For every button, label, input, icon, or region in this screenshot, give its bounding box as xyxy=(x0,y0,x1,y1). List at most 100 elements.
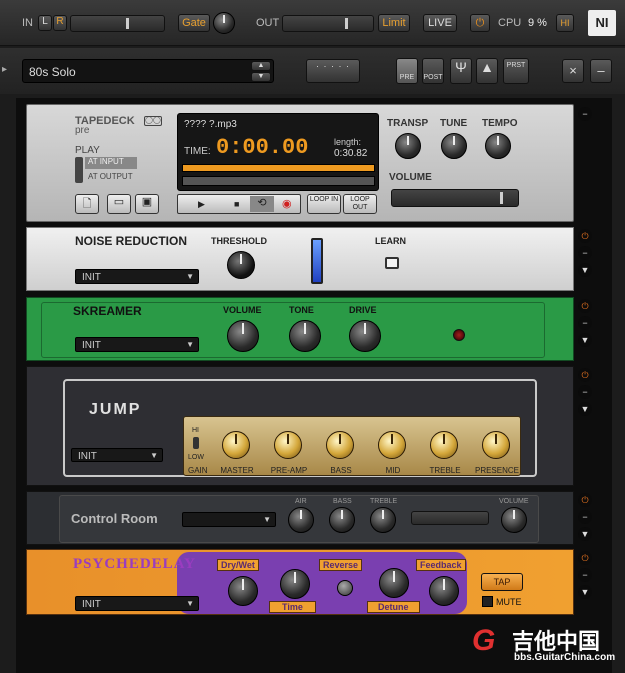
gate-button[interactable]: Gate xyxy=(178,14,210,32)
skreamer-tone-knob[interactable] xyxy=(289,320,321,352)
output-level-meter[interactable] xyxy=(282,15,374,32)
tune-knob[interactable] xyxy=(441,133,467,159)
at-input-option[interactable]: AT INPUT xyxy=(85,157,137,169)
chevron-down-icon[interactable]: ▼ xyxy=(578,333,592,347)
position-bar[interactable] xyxy=(182,164,375,172)
save-icon[interactable]: ▣ xyxy=(135,194,159,214)
length-value: 0:30.82 xyxy=(334,148,368,159)
new-file-icon[interactable]: 🗋 xyxy=(75,194,99,214)
minimize-module-icon[interactable]: − xyxy=(578,316,592,330)
bass-knob-cr[interactable] xyxy=(329,507,355,533)
play-icon[interactable]: ▶ xyxy=(198,199,205,210)
loop-icon[interactable]: ⟲ xyxy=(250,196,274,212)
mid-knob[interactable] xyxy=(378,431,406,459)
play-position-switch[interactable] xyxy=(75,157,83,183)
skreamer-led xyxy=(453,329,465,341)
reverse-button[interactable] xyxy=(337,580,353,596)
treble-knob-cr[interactable] xyxy=(370,507,396,533)
stop-icon[interactable]: ■ xyxy=(234,199,239,209)
chevron-down-icon[interactable]: ▼ xyxy=(578,527,592,541)
metronome-icon[interactable]: ▲ xyxy=(476,58,498,84)
power-icon[interactable]: ⏻ xyxy=(578,551,592,565)
gate-level-meter xyxy=(311,238,323,284)
mute-label: MUTE xyxy=(496,597,522,607)
preset-name-field[interactable]: 80s Solo ▲ ▼ xyxy=(22,59,274,83)
input-level-meter[interactable] xyxy=(70,15,165,32)
tuner-fork-icon[interactable]: Ψ xyxy=(450,58,472,84)
post-button[interactable]: POST xyxy=(422,58,444,84)
loop-in-button[interactable]: LOOP IN xyxy=(307,194,341,214)
minimize-module-icon[interactable]: − xyxy=(578,568,592,582)
chevron-down-icon[interactable]: ▼ xyxy=(578,402,592,416)
transp-label: TRANSP xyxy=(387,118,429,129)
presence-knob[interactable] xyxy=(482,431,510,459)
jump-title: JUMP xyxy=(89,401,142,418)
power-icon[interactable]: ⏻ xyxy=(578,493,592,507)
preset-button-label: PRST xyxy=(506,62,526,69)
at-output-option[interactable]: AT OUTPUT xyxy=(85,172,133,181)
minimize-module-icon[interactable]: − xyxy=(578,107,592,121)
power-icon[interactable]: ⏻ xyxy=(578,299,592,313)
tapedeck-subtitle: pre xyxy=(75,125,90,136)
threshold-knob[interactable] xyxy=(227,251,255,279)
minimize-module-icon[interactable]: − xyxy=(578,385,592,399)
pre-button[interactable]: PRE xyxy=(396,58,418,84)
sidebar-toggle-icon[interactable]: ▸ xyxy=(2,64,7,75)
tape-display: ???? ?.mp3 TIME: 0:00.00 length: 0:30.82 xyxy=(177,113,379,191)
limit-button[interactable]: Limit xyxy=(378,14,410,32)
time-knob[interactable] xyxy=(280,569,310,599)
skreamer-preset-dropdown[interactable]: INIT xyxy=(75,337,199,352)
feedback-knob[interactable] xyxy=(429,576,459,606)
record-icon[interactable]: ◉ xyxy=(282,197,292,210)
open-folder-icon[interactable]: ▭ xyxy=(107,194,131,214)
chevron-down-icon[interactable]: ▼ xyxy=(578,263,592,277)
top-toolbar: IN L R Gate OUT Limit LIVE ⏻ CPU 9 % HI … xyxy=(0,0,625,46)
transp-knob[interactable] xyxy=(395,133,421,159)
power-icon[interactable]: ⏻ xyxy=(578,229,592,243)
input-left-button[interactable]: L xyxy=(38,15,52,31)
preset-up-icon[interactable]: ▲ xyxy=(251,61,271,71)
transport-controls: ▶ ■ ⟲ ◉ xyxy=(177,194,301,214)
tap-button[interactable]: TAP xyxy=(481,573,523,591)
volume-knob-cr[interactable] xyxy=(501,507,527,533)
drywet-knob[interactable] xyxy=(228,576,258,606)
minimize-icon[interactable]: – xyxy=(590,59,612,83)
air-knob[interactable] xyxy=(288,507,314,533)
watermark-url: bbs.GuitarChina.com xyxy=(514,652,616,663)
preset-button[interactable]: PRST xyxy=(503,58,529,84)
loop-out-button[interactable]: LOOP OUT xyxy=(343,194,377,214)
skreamer-drive-knob[interactable] xyxy=(349,320,381,352)
noise-preset-dropdown[interactable]: INIT xyxy=(75,269,199,284)
master-knob[interactable] xyxy=(222,431,250,459)
control-room-title: Control Room xyxy=(71,511,158,526)
reverse-label: Reverse xyxy=(319,559,363,571)
tempo-label: TEMPO xyxy=(482,118,518,129)
live-button[interactable]: LIVE xyxy=(423,14,457,32)
control-room-dropdown[interactable] xyxy=(182,512,276,527)
treble-knob[interactable] xyxy=(430,431,458,459)
detune-knob[interactable] xyxy=(379,568,409,598)
skreamer-volume-knob[interactable] xyxy=(227,320,259,352)
mute-checkbox[interactable] xyxy=(482,596,493,607)
minimize-module-icon[interactable]: − xyxy=(578,510,592,524)
preset-down-icon[interactable]: ▼ xyxy=(251,72,271,82)
bass-knob[interactable] xyxy=(326,431,354,459)
scroll-bar[interactable] xyxy=(182,176,375,186)
jump-side-controls: ⏻ − ▼ xyxy=(576,365,594,419)
keyboard-grid-icon[interactable]: · · · · · xyxy=(306,59,360,83)
jump-preset-dropdown[interactable]: INIT xyxy=(71,448,163,462)
input-right-button[interactable]: R xyxy=(53,15,67,31)
gain-switch[interactable] xyxy=(193,437,199,449)
tempo-knob[interactable] xyxy=(485,133,511,159)
power-icon[interactable]: ⏻ xyxy=(470,14,490,32)
minimize-module-icon[interactable]: − xyxy=(578,246,592,260)
power-icon[interactable]: ⏻ xyxy=(578,368,592,382)
gate-knob[interactable] xyxy=(213,12,235,34)
learn-button[interactable] xyxy=(385,257,399,269)
tapedeck-volume-slider[interactable] xyxy=(391,189,519,207)
close-icon[interactable]: × xyxy=(562,59,584,83)
preamp-knob[interactable] xyxy=(274,431,302,459)
psychedelay-preset-dropdown[interactable]: INIT xyxy=(75,596,199,611)
skreamer-title: SKREAMER xyxy=(73,304,142,318)
chevron-down-icon[interactable]: ▼ xyxy=(578,585,592,599)
